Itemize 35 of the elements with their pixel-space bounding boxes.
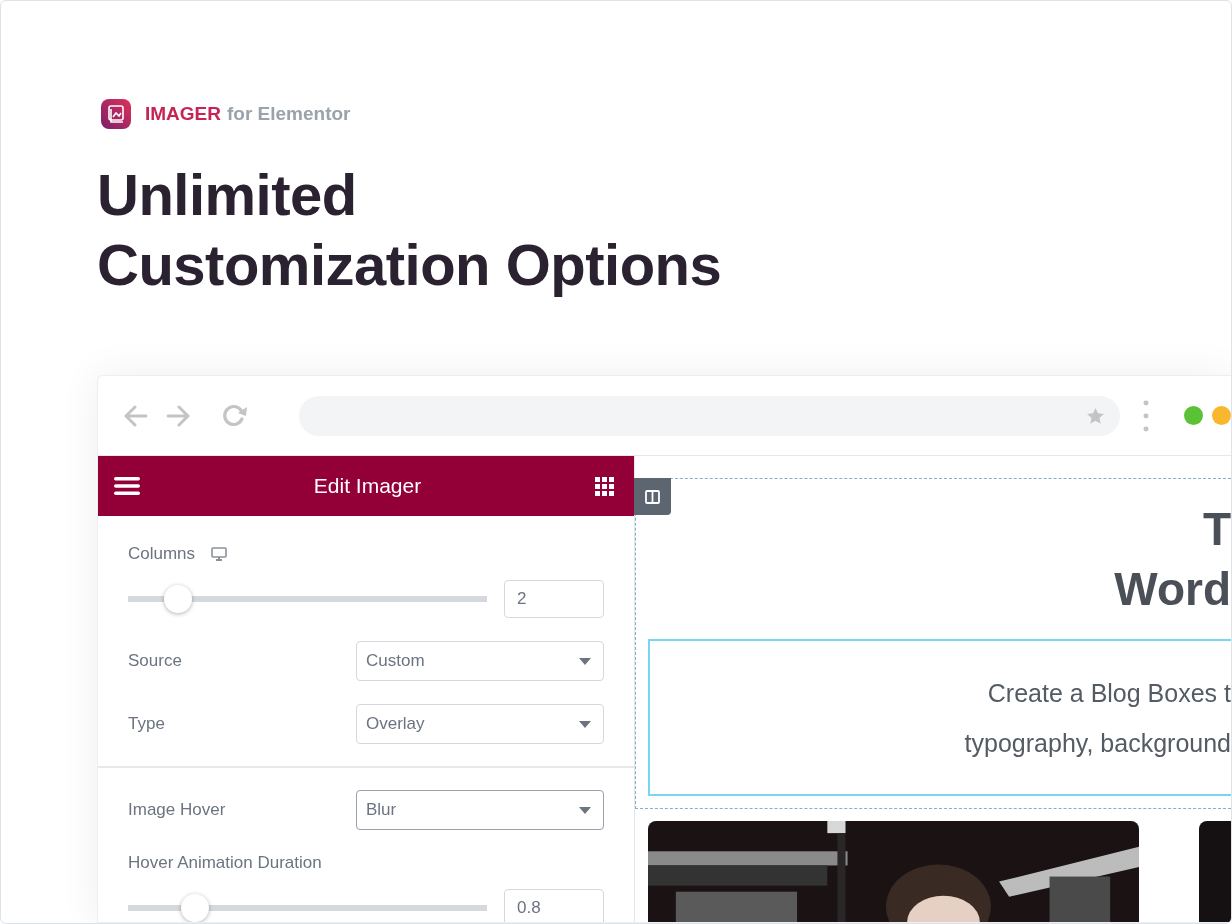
caret-icon	[579, 720, 591, 728]
forward-icon[interactable]	[165, 404, 190, 427]
headline: Unlimited Customization Options	[97, 161, 723, 299]
control-label: Type	[128, 714, 165, 734]
caret-icon	[579, 806, 591, 814]
star-icon[interactable]	[1087, 407, 1105, 424]
logo-icon	[101, 99, 131, 129]
back-icon[interactable]	[124, 404, 148, 427]
window-dot[interactable]	[1212, 406, 1231, 425]
control-label: Columns	[128, 544, 196, 564]
number-field[interactable]: 2	[504, 580, 604, 618]
section-handle[interactable]	[634, 478, 671, 515]
window-dot[interactable]	[1184, 406, 1203, 425]
reload-icon[interactable]	[221, 403, 249, 428]
number-field[interactable]: 0.8	[504, 889, 604, 922]
brand-suffix: for Elementor	[227, 103, 351, 125]
columns-icon	[645, 489, 660, 504]
control-label: Hover Animation Duration	[128, 853, 322, 873]
dropdown[interactable]: Overlay	[356, 704, 604, 744]
brand-name: IMAGER	[145, 103, 221, 125]
grid-icon[interactable]	[595, 476, 614, 496]
menu-icon[interactable]	[114, 476, 140, 496]
slider-thumb[interactable]	[180, 894, 209, 922]
control-label: Source	[128, 651, 182, 671]
dropdown[interactable]: Blur	[356, 790, 604, 830]
slider-thumb[interactable]	[164, 585, 193, 613]
desktop-icon	[211, 546, 228, 562]
body-text: typography, background	[964, 727, 1231, 759]
caret-icon	[579, 657, 591, 665]
more-icon[interactable]	[1143, 399, 1149, 432]
control-label: Image Hover	[128, 800, 226, 820]
body-text: Create a Blog Boxes t	[987, 677, 1231, 709]
preview-heading: T Word	[1113, 502, 1231, 617]
panel-title: Edit Imager	[313, 474, 422, 498]
dropdown[interactable]: Custom	[356, 641, 604, 681]
